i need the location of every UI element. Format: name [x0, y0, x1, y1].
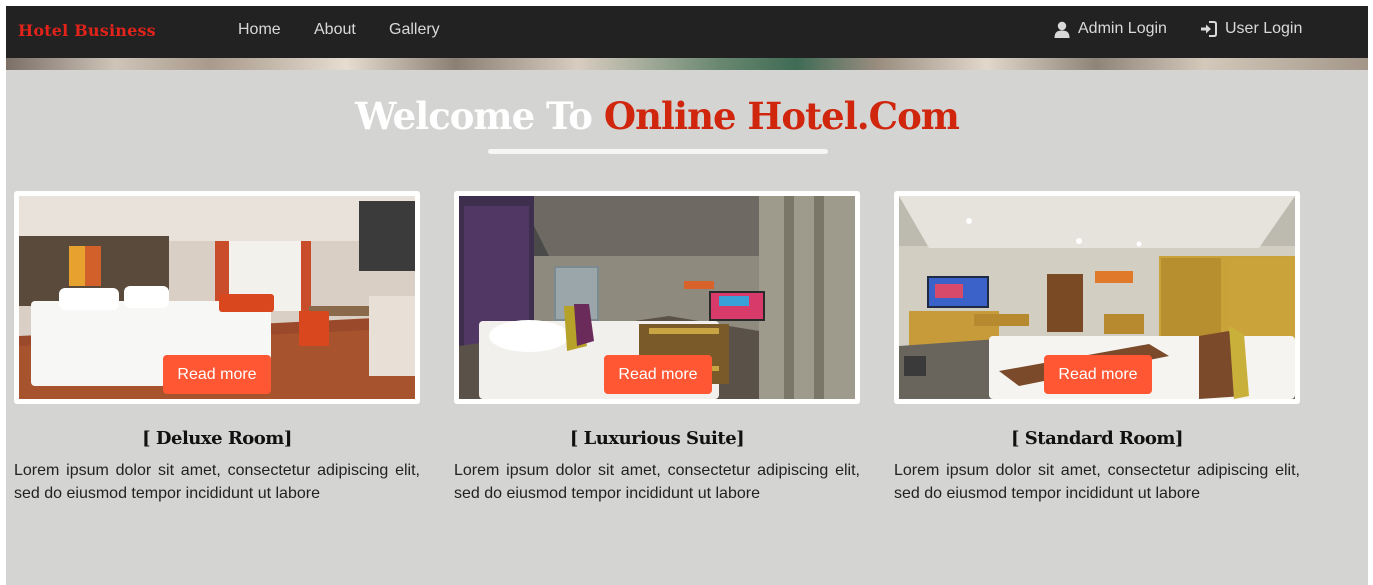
- admin-login-label: Admin Login: [1078, 20, 1167, 37]
- room-card-deluxe: [ Deluxe Room] Lorem ipsum dolor sit ame…: [14, 191, 420, 505]
- room-description: Lorem ipsum dolor sit amet, consectetur …: [14, 462, 420, 502]
- room-card-standard: [ Standard Room] Lorem ipsum dolor sit a…: [894, 191, 1300, 505]
- user-icon: [1054, 21, 1070, 38]
- user-login-label: User Login: [1225, 20, 1303, 37]
- room-title: [ Luxurious Suite]: [569, 428, 745, 449]
- room-title: [ Standard Room]: [1011, 428, 1183, 449]
- sign-in-icon: [1200, 21, 1217, 37]
- nav-link-about[interactable]: About: [314, 21, 356, 39]
- room-card-luxurious-suite: [ Luxurious Suite] Lorem ipsum dolor sit…: [454, 191, 860, 505]
- heading-divider: [488, 149, 828, 154]
- user-login-link[interactable]: User Login: [1200, 20, 1302, 38]
- hero-banner-image: [6, 58, 1368, 70]
- room-title: [ Deluxe Room]: [142, 428, 292, 449]
- read-more-button-luxurious-suite[interactable]: Read more: [604, 355, 712, 394]
- welcome-heading: Welcome To Online Hotel.Com: [6, 94, 1308, 138]
- admin-login-link[interactable]: Admin Login: [1054, 20, 1167, 38]
- nav-link-home[interactable]: Home: [238, 21, 281, 39]
- read-more-button-standard[interactable]: Read more: [1044, 355, 1152, 394]
- page-frame: Hotel Business Home About Gallery Admin …: [6, 6, 1368, 585]
- welcome-highlight: Online Hotel.Com: [603, 94, 960, 138]
- room-description: Lorem ipsum dolor sit amet, consectetur …: [454, 462, 860, 502]
- navbar: Hotel Business Home About Gallery Admin …: [6, 6, 1368, 58]
- welcome-prefix: Welcome To: [355, 94, 593, 138]
- room-description: Lorem ipsum dolor sit amet, consectetur …: [894, 462, 1300, 502]
- read-more-button-deluxe[interactable]: Read more: [163, 355, 271, 394]
- nav-link-gallery[interactable]: Gallery: [389, 21, 440, 39]
- brand-logo[interactable]: Hotel Business: [18, 21, 156, 40]
